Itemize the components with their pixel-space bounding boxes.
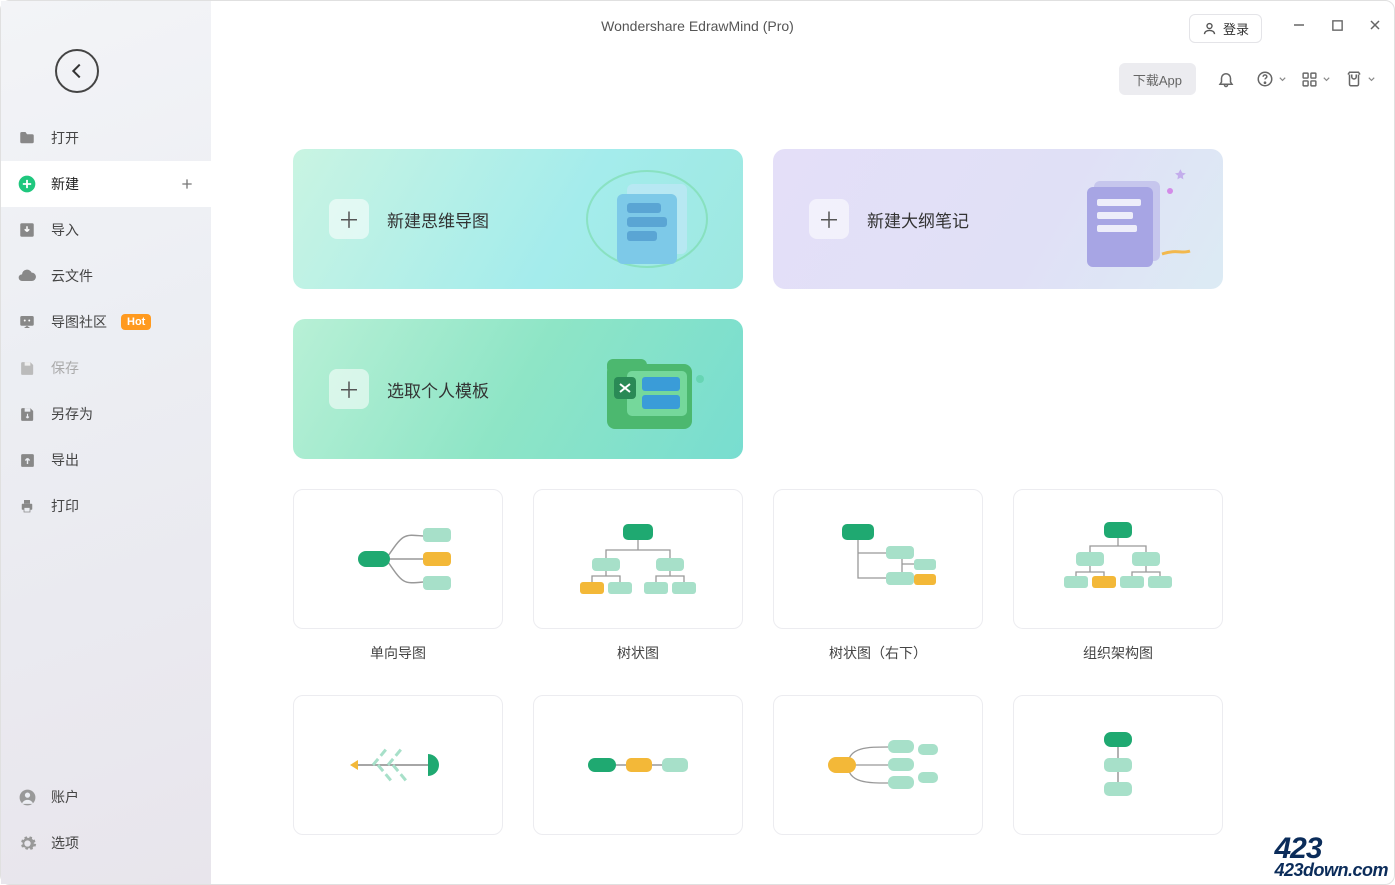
sidebar-item-label: 导图社区 [51, 312, 107, 332]
close-button[interactable] [1366, 16, 1384, 34]
template-label: 单向导图 [293, 643, 503, 663]
theme-button[interactable] [1345, 63, 1376, 95]
chevron-down-icon [1278, 75, 1287, 84]
main-content: ＋ 新建思维导图 ＋ 新建大纲笔记 [211, 101, 1394, 884]
template-illustration-icon [567, 329, 727, 449]
cloud-icon [17, 266, 37, 286]
sidebar-item-label: 选项 [51, 833, 79, 853]
hero-new-outline[interactable]: ＋ 新建大纲笔记 [773, 149, 1223, 289]
sidebar-main: 打开 新建 导入 云文件 导图社区 Hot 保存 另存为 [1, 115, 211, 774]
sidebar-item-label: 新建 [51, 174, 79, 194]
download-app-button[interactable]: 下载App [1119, 63, 1196, 95]
watermark: 423 423down.com [1274, 835, 1388, 878]
maximize-button[interactable] [1328, 16, 1346, 34]
hero-label: 选取个人模板 [387, 377, 489, 402]
outline-illustration-icon [1047, 159, 1207, 279]
sidebar-item-label: 打开 [51, 128, 79, 148]
sidebar: 打开 新建 导入 云文件 导图社区 Hot 保存 另存为 [1, 1, 211, 884]
minimize-button[interactable] [1290, 16, 1308, 34]
app-title: Wondershare EdrawMind (Pro) [601, 18, 794, 34]
gear-icon [17, 833, 37, 853]
template-preview [293, 489, 503, 629]
sidebar-item-options[interactable]: 选项 [1, 820, 211, 866]
apps-button[interactable] [1301, 63, 1331, 95]
plus-circle-icon [17, 174, 37, 194]
template-preview [773, 695, 983, 835]
window-controls [1290, 16, 1384, 34]
sidebar-item-label: 导出 [51, 450, 79, 470]
hot-badge: Hot [121, 314, 151, 330]
hero-row-2: ＋ 选取个人模板 [293, 319, 1334, 459]
sidebar-item-label: 打印 [51, 496, 79, 516]
sidebar-item-print[interactable]: 打印 [1, 483, 211, 529]
sidebar-item-cloud[interactable]: 云文件 [1, 253, 211, 299]
template-label: 树状图 [533, 643, 743, 663]
sidebar-item-open[interactable]: 打开 [1, 115, 211, 161]
sidebar-item-label: 账户 [51, 787, 79, 807]
hero-new-mindmap[interactable]: ＋ 新建思维导图 [293, 149, 743, 289]
template-timeline[interactable] [533, 695, 743, 835]
plus-icon: ＋ [329, 369, 369, 409]
sidebar-item-saveas[interactable]: 另存为 [1, 391, 211, 437]
sidebar-item-export[interactable]: 导出 [1, 437, 211, 483]
login-label: 登录 [1223, 19, 1249, 38]
template-preview [1013, 489, 1223, 629]
notification-button[interactable] [1210, 63, 1242, 95]
sidebar-item-save: 保存 [1, 345, 211, 391]
sidebar-item-new[interactable]: 新建 [1, 161, 211, 207]
watermark-small: 423down.com [1274, 862, 1388, 878]
template-label: 组织架构图 [1013, 643, 1223, 663]
folder-icon [17, 128, 37, 148]
template-preview [293, 695, 503, 835]
sidebar-bottom: 账户 选项 [1, 774, 211, 884]
template-tree-rd[interactable]: 树状图（右下） [773, 489, 983, 663]
template-fishbone[interactable] [293, 695, 503, 835]
import-icon [17, 220, 37, 240]
community-icon [17, 312, 37, 332]
help-button[interactable] [1256, 63, 1287, 95]
mindmap-illustration-icon [567, 159, 727, 279]
template-vertical[interactable] [1013, 695, 1223, 835]
hero-label: 新建大纲笔记 [867, 207, 969, 232]
template-preview [1013, 695, 1223, 835]
export-icon [17, 450, 37, 470]
sidebar-item-label: 另存为 [51, 404, 93, 424]
template-grid: 单向导图 树状图 [293, 489, 1334, 835]
plus-icon: ＋ [329, 199, 369, 239]
chevron-down-icon [1322, 75, 1331, 84]
add-icon[interactable] [179, 176, 195, 192]
template-radial[interactable]: 单向导图 [293, 489, 503, 663]
sidebar-item-label: 保存 [51, 358, 79, 378]
login-button[interactable]: 登录 [1189, 14, 1262, 43]
sidebar-item-label: 云文件 [51, 266, 93, 286]
user-icon [17, 787, 37, 807]
sidebar-item-account[interactable]: 账户 [1, 774, 211, 820]
template-preview [533, 695, 743, 835]
plus-icon: ＋ [809, 199, 849, 239]
template-preview [533, 489, 743, 629]
chevron-down-icon [1367, 75, 1376, 84]
sidebar-item-community[interactable]: 导图社区 Hot [1, 299, 211, 345]
user-icon [1202, 21, 1217, 36]
save-as-icon [17, 404, 37, 424]
template-tree[interactable]: 树状图 [533, 489, 743, 663]
template-org[interactable]: 组织架构图 [1013, 489, 1223, 663]
sidebar-item-import[interactable]: 导入 [1, 207, 211, 253]
top-toolbar: 下载App [1119, 63, 1376, 95]
template-preview [773, 489, 983, 629]
template-label: 树状图（右下） [773, 643, 983, 663]
back-button[interactable] [55, 49, 99, 93]
print-icon [17, 496, 37, 516]
hero-label: 新建思维导图 [387, 207, 489, 232]
watermark-big: 423 [1274, 835, 1388, 862]
template-bubble[interactable] [773, 695, 983, 835]
download-app-label: 下载App [1133, 70, 1182, 89]
save-icon [17, 358, 37, 378]
sidebar-item-label: 导入 [51, 220, 79, 240]
hero-personal-template[interactable]: ＋ 选取个人模板 [293, 319, 743, 459]
hero-row-1: ＋ 新建思维导图 ＋ 新建大纲笔记 [293, 149, 1334, 289]
